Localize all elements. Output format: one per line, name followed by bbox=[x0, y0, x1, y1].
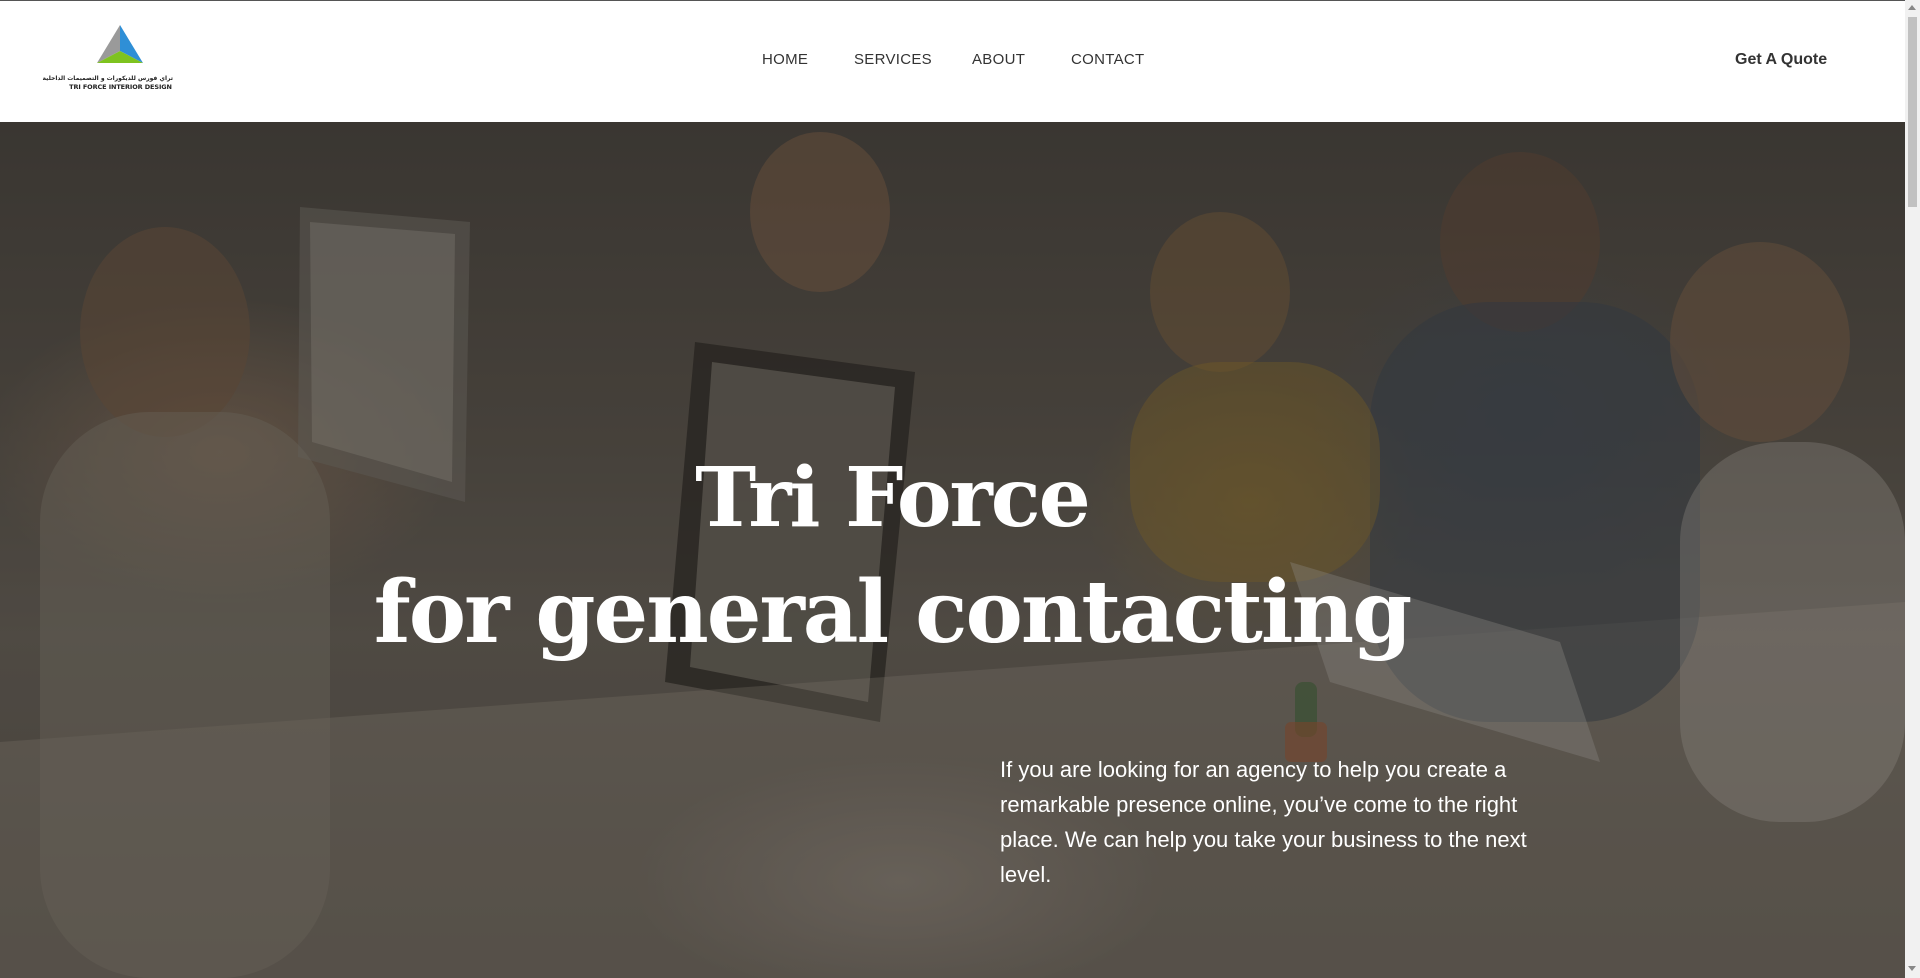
site-header: تراي فورس للديكورات و التصميمات الداخلية… bbox=[0, 1, 1905, 122]
logo-arabic-text: تراي فورس للديكورات و التصميمات الداخلية bbox=[42, 75, 174, 82]
nav-home[interactable]: HOME bbox=[762, 51, 808, 68]
hero-title-line2: for general contacting bbox=[373, 562, 1412, 663]
page-scrollbar[interactable] bbox=[1905, 0, 1920, 978]
triangle-logo-icon bbox=[97, 25, 143, 63]
scroll-thumb[interactable] bbox=[1908, 17, 1917, 207]
hero-section: Tri Force for general contacting If you … bbox=[0, 122, 1905, 978]
scroll-up-icon[interactable] bbox=[1908, 5, 1916, 10]
logo-english-text: TRI FORCE INTERIOR DESIGN bbox=[69, 83, 172, 91]
hero-title-line1: Tri Force bbox=[695, 450, 1091, 546]
nav-contact[interactable]: CONTACT bbox=[1071, 51, 1144, 68]
get-quote-button[interactable]: Get A Quote bbox=[1735, 51, 1827, 69]
hero-dark-overlay bbox=[0, 122, 1905, 978]
hero-description: If you are looking for an agency to help… bbox=[1000, 757, 1527, 887]
site-logo[interactable]: تراي فورس للديكورات و التصميمات الداخلية… bbox=[42, 23, 174, 95]
nav-about[interactable]: ABOUT bbox=[972, 51, 1025, 68]
nav-services[interactable]: SERVICES bbox=[854, 51, 932, 68]
scroll-down-icon[interactable] bbox=[1908, 966, 1916, 971]
